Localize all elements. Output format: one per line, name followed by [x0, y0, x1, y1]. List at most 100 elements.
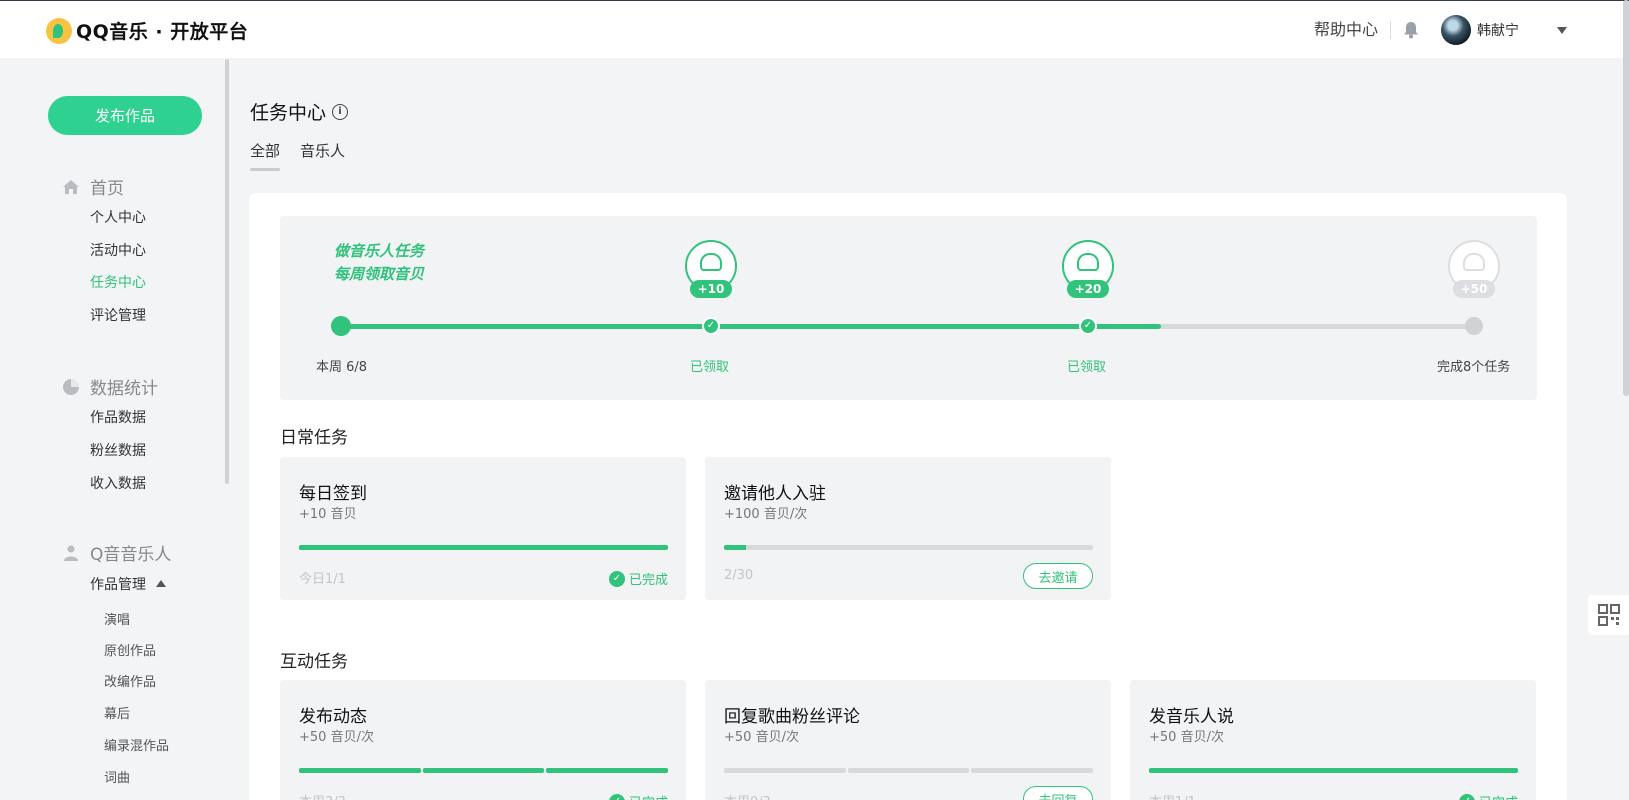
- sidebar-item-comments[interactable]: 评论管理: [90, 305, 146, 325]
- chevron-up-icon[interactable]: [156, 580, 166, 587]
- chevron-down-icon[interactable]: [1557, 26, 1567, 34]
- username[interactable]: 韩献宁: [1477, 20, 1519, 40]
- nav-group-label: 数据统计: [90, 379, 158, 399]
- progress-segment: [1149, 768, 1518, 773]
- reward-50[interactable]: +50: [1448, 240, 1500, 300]
- task-reward: +100 音贝/次: [724, 507, 808, 522]
- task-progress-bar: [299, 545, 668, 550]
- tab-bar: 全部 音乐人: [250, 140, 345, 171]
- home-icon: [63, 179, 79, 194]
- sidebar-sub-mix[interactable]: 编录混作品: [104, 735, 169, 754]
- promo-text: 做音乐人任务 每周领取音贝: [334, 240, 424, 286]
- task-count: 今日1/1: [299, 572, 346, 587]
- reward-badge: +20: [1067, 280, 1109, 298]
- nav-group-stats[interactable]: 数据统计: [62, 374, 158, 399]
- progress-segment: [422, 768, 545, 773]
- check-icon: ✓: [1079, 317, 1097, 335]
- sidebar-sub-sing[interactable]: 演唱: [104, 609, 130, 628]
- reward-badge: +50: [1453, 280, 1495, 298]
- reply-button[interactable]: 去回复: [1023, 786, 1093, 800]
- nav-group-musician[interactable]: Q音音乐人: [62, 540, 171, 565]
- sidebar-item-personal[interactable]: 个人中心: [90, 207, 146, 227]
- task-title: 每日签到: [299, 484, 367, 504]
- task-status: ✓ 已完成: [608, 792, 668, 800]
- interactive-tasks-title: 互动任务: [280, 652, 348, 672]
- task-status: ✓ 已完成: [608, 569, 668, 588]
- progress-segment: [847, 768, 970, 773]
- reward-badge: +10: [690, 280, 732, 298]
- page-title: 任务中心 i: [250, 98, 349, 125]
- task-reward: +50 音贝/次: [299, 730, 374, 745]
- person-icon: [64, 545, 78, 561]
- week-progress-label: 本周 6/8: [316, 360, 368, 375]
- progress-fill: [340, 324, 1161, 329]
- reward-10[interactable]: +10: [685, 240, 737, 300]
- task-title: 回复歌曲粉丝评论: [724, 707, 860, 727]
- task-progress-bar: [299, 768, 669, 773]
- reward-20[interactable]: +20: [1062, 240, 1114, 300]
- task-card: 做音乐人任务 每周领取音贝 +10 ✓ 已领取 +20 ✓ 已领取 +50 完成…: [249, 193, 1567, 800]
- progress-start-dot: [331, 316, 351, 336]
- sidebar-sub-backstage[interactable]: 幕后: [104, 703, 130, 722]
- task-progress-bar: [1149, 768, 1518, 773]
- sidebar-sub-adapted[interactable]: 改编作品: [104, 671, 156, 690]
- publish-button[interactable]: 发布作品: [48, 96, 202, 135]
- weekly-progress-panel: 做音乐人任务 每周领取音贝 +10 ✓ 已领取 +20 ✓ 已领取 +50 完成…: [280, 216, 1537, 400]
- task-title: 发布动态: [299, 707, 367, 727]
- task-card-invite: 邀请他人入驻 +100 音贝/次 2/30 去邀请: [705, 457, 1111, 600]
- check-circle-icon: ✓: [608, 570, 625, 587]
- tab-all[interactable]: 全部: [250, 140, 281, 171]
- sidebar-item-works-data[interactable]: 作品数据: [90, 407, 146, 427]
- task-count: 2/30: [724, 568, 754, 583]
- task-count: 本周1/1: [1149, 791, 1196, 800]
- task-title: 发音乐人说: [1149, 707, 1234, 727]
- promo-line-1: 做音乐人任务: [334, 242, 425, 260]
- sidebar-item-label: 作品管理: [90, 577, 146, 593]
- task-count: 本周3/3: [299, 791, 346, 800]
- top-right-area: 帮助中心 韩献宁: [1314, 13, 1567, 47]
- task-title: 邀请他人入驻: [724, 484, 826, 504]
- nav-group-home[interactable]: 首页: [62, 174, 124, 199]
- reward-status: 完成8个任务: [1437, 360, 1511, 375]
- daily-tasks-title: 日常任务: [280, 428, 348, 448]
- task-progress-bar: [724, 545, 1093, 550]
- task-status: ✓ 已完成: [1458, 792, 1518, 800]
- pie-chart-icon: [63, 378, 79, 395]
- task-count: 本周0/3: [724, 791, 771, 800]
- sidebar: 发布作品 首页 个人中心 活动中心 任务中心 评论管理 数据统计 作品数据 粉丝…: [0, 58, 222, 800]
- promo-line-2: 每周领取音贝: [334, 265, 425, 283]
- qr-code-button[interactable]: [1588, 595, 1629, 635]
- avatar[interactable]: [1441, 15, 1471, 45]
- top-bar: QQ音乐 · 开放平台 帮助中心 韩献宁: [0, 0, 1629, 58]
- logo[interactable]: QQ音乐 · 开放平台: [46, 17, 248, 44]
- sidebar-item-fans-data[interactable]: 粉丝数据: [90, 440, 146, 460]
- check-icon: ✓: [702, 317, 720, 335]
- sidebar-sub-lyrics[interactable]: 词曲: [104, 767, 130, 786]
- nav-group-label: 首页: [90, 179, 124, 199]
- task-reward: +50 音贝/次: [724, 730, 799, 745]
- progress-segment: [971, 768, 1094, 773]
- sidebar-item-works-manage[interactable]: 作品管理: [90, 574, 166, 594]
- sidebar-scrollbar[interactable]: [225, 59, 229, 484]
- sidebar-item-activity[interactable]: 活动中心: [90, 240, 146, 260]
- nav-group-label: Q音音乐人: [90, 545, 172, 565]
- sidebar-item-income-data[interactable]: 收入数据: [90, 473, 146, 493]
- task-card-checkin: 每日签到 +10 音贝 今日1/1 ✓ 已完成: [280, 457, 686, 600]
- task-card-post: 发布动态 +50 音贝/次 本周3/3 ✓ 已完成: [280, 680, 686, 800]
- task-status-label: 已完成: [628, 573, 668, 588]
- check-circle-icon: ✓: [608, 793, 625, 800]
- reward-status: 已领取: [1067, 360, 1107, 375]
- page-scrollbar[interactable]: [1623, 0, 1629, 396]
- invite-button[interactable]: 去邀请: [1023, 563, 1093, 589]
- qq-music-logo-icon: [46, 17, 72, 44]
- task-card-musician-say: 发音乐人说 +50 音贝/次 本周1/1 ✓ 已完成: [1130, 680, 1536, 800]
- progress-segment: [299, 768, 421, 773]
- progress-track: [340, 324, 1480, 329]
- bell-icon[interactable]: [1403, 21, 1419, 39]
- tab-musician[interactable]: 音乐人: [300, 140, 345, 171]
- info-icon[interactable]: i: [332, 103, 349, 120]
- qr-code-icon: [1597, 604, 1620, 626]
- help-center-link[interactable]: 帮助中心: [1314, 21, 1391, 39]
- sidebar-item-tasks[interactable]: 任务中心: [90, 272, 146, 292]
- sidebar-sub-original[interactable]: 原创作品: [104, 640, 156, 659]
